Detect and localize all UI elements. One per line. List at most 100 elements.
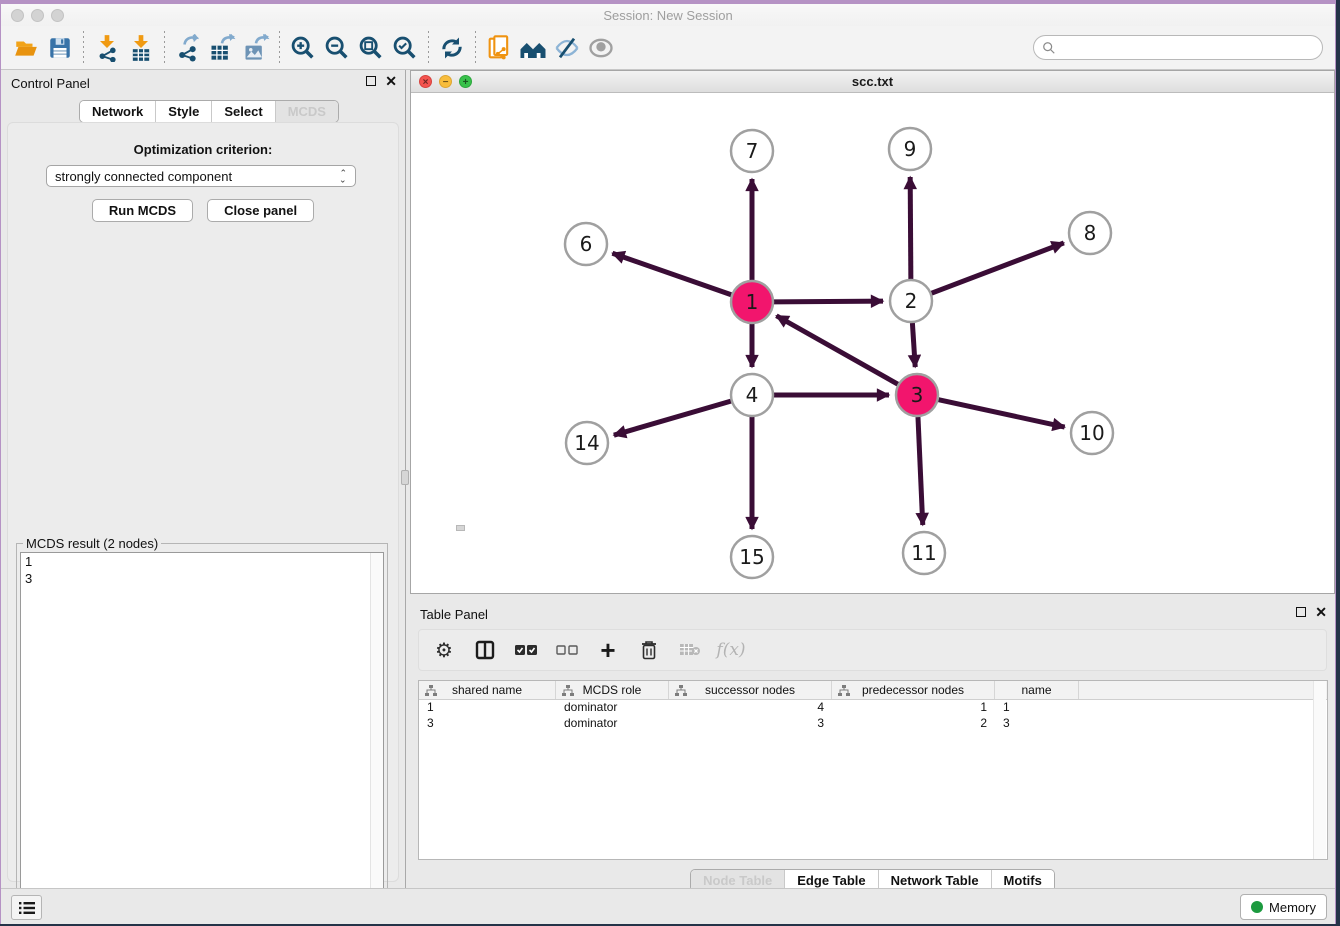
close-table-panel-icon[interactable]: ✕ bbox=[1315, 607, 1327, 617]
svg-text:4: 4 bbox=[746, 383, 759, 407]
copy-network-icon[interactable] bbox=[482, 31, 516, 65]
application-window: Session: New Session bbox=[0, 0, 1336, 924]
gear-icon[interactable]: ⚙ bbox=[431, 637, 457, 663]
optimization-criterion-label: Optimization criterion: bbox=[8, 142, 398, 157]
node-3[interactable]: 3 bbox=[896, 374, 938, 416]
edge-2-8[interactable] bbox=[932, 243, 1064, 293]
node-7[interactable]: 7 bbox=[731, 130, 773, 172]
table-toolbar: ⚙ + f(x) bbox=[418, 629, 1327, 671]
node-2[interactable]: 2 bbox=[890, 280, 932, 322]
node-9[interactable]: 9 bbox=[889, 128, 931, 170]
edge-3-1[interactable] bbox=[776, 316, 897, 384]
table-panel-title: Table Panel bbox=[420, 607, 488, 622]
save-icon[interactable] bbox=[43, 31, 77, 65]
table-cell[interactable]: dominator bbox=[556, 700, 669, 716]
edge-1-2[interactable] bbox=[774, 301, 883, 302]
toolbar-separator bbox=[428, 31, 429, 65]
table-cell[interactable]: 3 bbox=[419, 716, 556, 732]
node-14[interactable]: 14 bbox=[566, 422, 608, 464]
edge-3-10[interactable] bbox=[938, 400, 1064, 427]
table-cell[interactable]: 3 bbox=[669, 716, 832, 732]
column-header-name[interactable]: name bbox=[995, 681, 1079, 699]
import-table-icon[interactable] bbox=[124, 31, 158, 65]
optimization-criterion-select[interactable]: strongly connected component ⌃⌃ bbox=[46, 165, 356, 187]
delete-icon[interactable] bbox=[636, 637, 662, 663]
close-panel-button[interactable]: Close panel bbox=[207, 199, 314, 222]
table-cell[interactable]: 1 bbox=[419, 700, 556, 716]
tab-select[interactable]: Select bbox=[212, 101, 275, 122]
panel-splitter-handle[interactable] bbox=[401, 470, 409, 485]
svg-text:11: 11 bbox=[911, 541, 936, 565]
table-scrollbar[interactable] bbox=[1313, 681, 1326, 860]
column-header-predecessor-nodes[interactable]: predecessor nodes bbox=[832, 681, 995, 699]
node-1[interactable]: 1 bbox=[731, 281, 773, 323]
tab-style[interactable]: Style bbox=[156, 101, 212, 122]
column-header-MCDS-role[interactable]: MCDS role bbox=[556, 681, 669, 699]
close-panel-icon[interactable]: ✕ bbox=[385, 76, 397, 86]
zoom-in-icon[interactable] bbox=[286, 31, 320, 65]
open-folder-icon[interactable] bbox=[9, 31, 43, 65]
table-cell[interactable]: 2 bbox=[832, 716, 995, 732]
table-row[interactable]: 3dominator323 bbox=[419, 716, 1327, 732]
edge-1-6[interactable] bbox=[612, 253, 731, 295]
svg-text:3: 3 bbox=[911, 383, 924, 407]
result-scrollbar[interactable] bbox=[370, 553, 383, 915]
edge-4-14[interactable] bbox=[614, 401, 731, 435]
delete-table-icon[interactable] bbox=[677, 637, 703, 663]
node-8[interactable]: 8 bbox=[1069, 212, 1111, 254]
table-cell[interactable]: 1 bbox=[832, 700, 995, 716]
export-table-icon[interactable] bbox=[205, 31, 239, 65]
show-all-icon[interactable] bbox=[584, 31, 618, 65]
import-network-icon[interactable] bbox=[90, 31, 124, 65]
mcds-result-textarea[interactable]: 1 3 bbox=[20, 552, 384, 916]
zoom-fit-icon[interactable] bbox=[354, 31, 388, 65]
table-cell[interactable]: 3 bbox=[995, 716, 1079, 732]
float-panel-icon[interactable] bbox=[366, 76, 376, 86]
memory-button[interactable]: Memory bbox=[1240, 894, 1327, 920]
search-input[interactable] bbox=[1033, 35, 1323, 60]
columns-icon[interactable] bbox=[472, 637, 498, 663]
deselect-all-icon[interactable] bbox=[554, 637, 580, 663]
tab-network[interactable]: Network bbox=[80, 101, 156, 122]
node-11[interactable]: 11 bbox=[903, 532, 945, 574]
status-bar: Memory bbox=[1, 888, 1335, 924]
node-6[interactable]: 6 bbox=[565, 223, 607, 265]
zoom-selected-icon[interactable] bbox=[388, 31, 422, 65]
mcds-result-line: 3 bbox=[21, 570, 383, 587]
edge-2-3[interactable] bbox=[912, 323, 915, 367]
chevron-updown-icon: ⌃⌃ bbox=[339, 171, 347, 181]
node-4[interactable]: 4 bbox=[731, 374, 773, 416]
run-mcds-button[interactable]: Run MCDS bbox=[92, 199, 193, 222]
zoom-out-icon[interactable] bbox=[320, 31, 354, 65]
network-canvas[interactable]: 7 9 6 8 1 2 4 3 14 10 15 11 bbox=[411, 93, 1334, 593]
table-cell[interactable]: dominator bbox=[556, 716, 669, 732]
function-builder-icon: f(x) bbox=[718, 637, 744, 663]
table-cell[interactable]: 1 bbox=[995, 700, 1079, 716]
table-cell[interactable]: 4 bbox=[669, 700, 832, 716]
refresh-icon[interactable] bbox=[435, 31, 469, 65]
horizontal-splitter-handle[interactable] bbox=[456, 525, 465, 531]
column-sort-icon bbox=[425, 685, 437, 696]
svg-text:10: 10 bbox=[1079, 421, 1104, 445]
float-table-panel-icon[interactable] bbox=[1296, 607, 1306, 617]
node-10[interactable]: 10 bbox=[1071, 412, 1113, 454]
column-header-shared-name[interactable]: shared name bbox=[419, 681, 556, 699]
table-panel: Table Panel ✕ ⚙ + f(x) bbox=[410, 601, 1335, 892]
select-all-icon[interactable] bbox=[513, 637, 539, 663]
hide-selected-icon[interactable] bbox=[550, 31, 584, 65]
network-window-titlebar: × − + scc.txt bbox=[411, 71, 1334, 93]
add-icon[interactable]: + bbox=[595, 637, 621, 663]
export-image-icon[interactable] bbox=[239, 31, 273, 65]
task-history-button[interactable] bbox=[11, 895, 42, 920]
tab-mcds[interactable]: MCDS bbox=[276, 101, 338, 122]
edge-3-11[interactable] bbox=[918, 417, 923, 525]
edge-2-9[interactable] bbox=[910, 177, 911, 279]
column-sort-icon bbox=[675, 685, 687, 696]
first-neighbors-icon[interactable] bbox=[516, 31, 550, 65]
export-network-icon[interactable] bbox=[171, 31, 205, 65]
memory-status-icon bbox=[1251, 901, 1263, 913]
column-header-successor-nodes[interactable]: successor nodes bbox=[669, 681, 832, 699]
table-row[interactable]: 1dominator411 bbox=[419, 700, 1327, 716]
toolbar-separator bbox=[475, 31, 476, 65]
node-15[interactable]: 15 bbox=[731, 536, 773, 578]
